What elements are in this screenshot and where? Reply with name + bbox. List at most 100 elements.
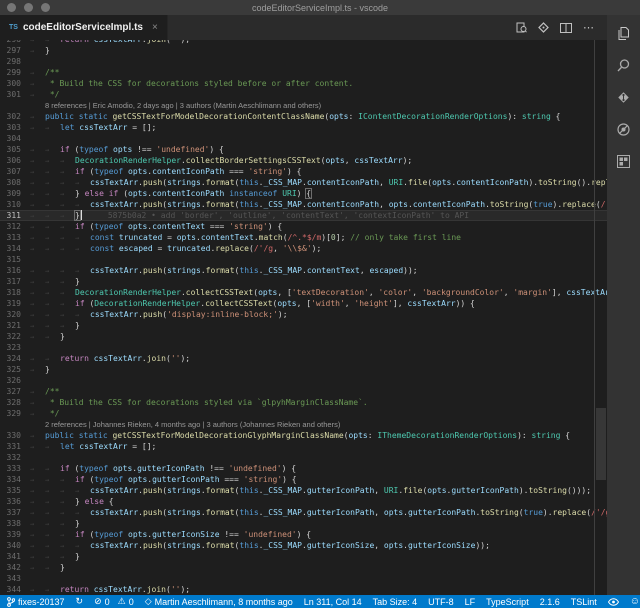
code-content: →→→→cssTextArr.push(strings.format(this.… xyxy=(30,265,607,276)
code-line: 314→→→→const escaped = truncated.replace… xyxy=(0,243,607,254)
tab-size-item[interactable]: Tab Size: 4 xyxy=(373,597,418,607)
code-line: 337→→→→cssTextArr.push(strings.format(th… xyxy=(0,507,607,518)
tab-whitespace-arrow: → xyxy=(30,519,45,529)
eye-icon xyxy=(608,598,619,606)
tab-whitespace-arrow: → xyxy=(45,123,60,133)
code-line: 310→→→→cssTextArr.push(strings.format(th… xyxy=(0,199,607,210)
tab-whitespace-arrow: → xyxy=(45,145,60,155)
tab-whitespace-arrow: → xyxy=(60,288,75,298)
tab-whitespace-arrow: → xyxy=(30,90,45,100)
editor-scrollbar[interactable] xyxy=(594,40,607,595)
tab-whitespace-arrow: → xyxy=(30,178,45,188)
tab-whitespace-arrow: → xyxy=(75,244,90,254)
tab-whitespace-arrow: → xyxy=(75,541,90,551)
tab-whitespace-arrow: → xyxy=(45,519,60,529)
explorer-icon[interactable] xyxy=(615,25,632,42)
code-editor[interactable]: 296→→return cssTextArr.join('');297→}298… xyxy=(0,40,607,595)
tab-whitespace-arrow: → xyxy=(30,145,45,155)
tab-whitespace-arrow: → xyxy=(60,310,75,320)
smiley-icon: ☺ xyxy=(630,597,640,607)
tab-whitespace-arrow: → xyxy=(60,200,75,210)
code-content: →→→→cssTextArr.push(strings.format(this.… xyxy=(30,199,607,210)
code-line: 338→→→} xyxy=(0,518,607,529)
tslint-item[interactable]: TSLint xyxy=(571,597,597,607)
line-number: 321 xyxy=(0,320,30,331)
extensions-icon[interactable] xyxy=(615,153,632,170)
tab-whitespace-arrow: → xyxy=(60,486,75,496)
tab-codeEditorServiceImpl[interactable]: TS codeEditorServiceImpl.ts × xyxy=(0,15,168,40)
code-line: 342→→} xyxy=(0,562,607,573)
tab-whitespace-arrow: → xyxy=(60,233,75,243)
open-preview-icon[interactable] xyxy=(516,22,527,33)
close-tab-icon[interactable]: × xyxy=(152,22,158,33)
tab-whitespace-arrow: → xyxy=(30,475,45,485)
code-line: 320→→→→cssTextArr.push('display:inline-b… xyxy=(0,309,607,320)
tab-whitespace-arrow: → xyxy=(75,233,90,243)
vscode-window: { "window": { "title": "codeEditorServic… xyxy=(0,0,640,608)
code-line: 300→ * Build the CSS for decorations sty… xyxy=(0,78,607,89)
scrollbar-slider[interactable] xyxy=(596,408,606,480)
tab-whitespace-arrow: → xyxy=(45,233,60,243)
code-content: →→if (typeof opts !== 'undefined') { xyxy=(30,144,607,155)
codelens-row[interactable]: 2 references | Johannes Rieken, 4 months… xyxy=(0,419,607,430)
source-control-icon[interactable] xyxy=(615,89,632,106)
code-line: 324→→return cssTextArr.join(''); xyxy=(0,353,607,364)
editor-actions: ⋯ xyxy=(516,15,607,40)
activity-bar xyxy=(607,15,640,595)
problems-item[interactable]: ⊘ 0 ⚠ 0 xyxy=(94,597,134,607)
line-number: 331 xyxy=(0,441,30,452)
tab-whitespace-arrow: → xyxy=(30,321,45,331)
line-number: 318 xyxy=(0,287,30,298)
search-icon[interactable] xyxy=(615,57,632,74)
sync-button[interactable]: ↻ xyxy=(76,597,84,606)
tab-whitespace-arrow: → xyxy=(45,332,60,342)
tab-whitespace-arrow: → xyxy=(45,244,60,254)
watch-toggle[interactable] xyxy=(608,598,619,606)
debug-icon[interactable] xyxy=(615,121,632,138)
code-content: →→→DecorationRenderHelper.collectBorderS… xyxy=(30,155,607,166)
split-editor-icon[interactable] xyxy=(560,23,572,33)
tab-whitespace-arrow: → xyxy=(45,354,60,364)
tab-whitespace-arrow: → xyxy=(75,200,90,210)
tab-whitespace-arrow: → xyxy=(60,530,75,540)
git-branch-item[interactable]: fixes-20137 xyxy=(7,597,65,607)
code-content: →→→} else if (opts.contentIconPath insta… xyxy=(30,188,607,199)
tab-whitespace-arrow: → xyxy=(45,277,60,287)
feedback-smiley[interactable]: ☺ xyxy=(630,597,640,607)
line-number: 327 xyxy=(0,386,30,397)
code-content: →/** xyxy=(30,67,607,78)
eol-item[interactable]: LF xyxy=(465,597,476,607)
encoding-item[interactable]: UTF-8 xyxy=(428,597,454,607)
code-line: 341→→→} xyxy=(0,551,607,562)
tab-whitespace-arrow: → xyxy=(45,530,60,540)
editor-rows: 296→→return cssTextArr.join('');297→}298… xyxy=(0,40,607,595)
code-content: →→→→cssTextArr.push(strings.format(this.… xyxy=(30,177,607,188)
tab-whitespace-arrow: → xyxy=(30,431,45,441)
more-actions-icon[interactable]: ⋯ xyxy=(583,21,595,34)
tab-whitespace-arrow: → xyxy=(30,233,45,243)
tab-bar: TS codeEditorServiceImpl.ts × ⋯ xyxy=(0,15,607,40)
code-line: 323 xyxy=(0,342,607,353)
code-content: →→→→cssTextArr.push(strings.format(this.… xyxy=(30,507,607,518)
code-content: → */ xyxy=(30,89,607,100)
line-number: 335 xyxy=(0,485,30,496)
code-line: 336→→→} else { xyxy=(0,496,607,507)
language-item[interactable]: TypeScript xyxy=(486,597,529,607)
code-content: →→→if (typeof opts.gutterIconPath === 's… xyxy=(30,474,607,485)
code-content xyxy=(30,573,607,584)
gitlens-toggle-icon[interactable] xyxy=(538,22,549,33)
tab-whitespace-arrow: → xyxy=(60,211,75,221)
codelens-row[interactable]: 8 references | Eric Amodio, 2 days ago |… xyxy=(0,100,607,111)
tab-whitespace-arrow: → xyxy=(75,310,90,320)
ts-version-item[interactable]: 2.1.6 xyxy=(540,597,560,607)
code-content: →→→→const truncated = opts.contentText.m… xyxy=(30,232,607,243)
code-line: 304 xyxy=(0,133,607,144)
code-line: 332 xyxy=(0,452,607,463)
cursor-position-item[interactable]: Ln 311, Col 14 xyxy=(304,597,362,607)
line-number: 300 xyxy=(0,78,30,89)
tab-whitespace-arrow: → xyxy=(30,442,45,452)
gitlens-blame-item[interactable]: ◇ Martin Aeschlimann, 8 months ago xyxy=(145,597,293,607)
tab-whitespace-arrow: → xyxy=(30,200,45,210)
tab-whitespace-arrow: → xyxy=(30,497,45,507)
tab-whitespace-arrow: → xyxy=(45,266,60,276)
